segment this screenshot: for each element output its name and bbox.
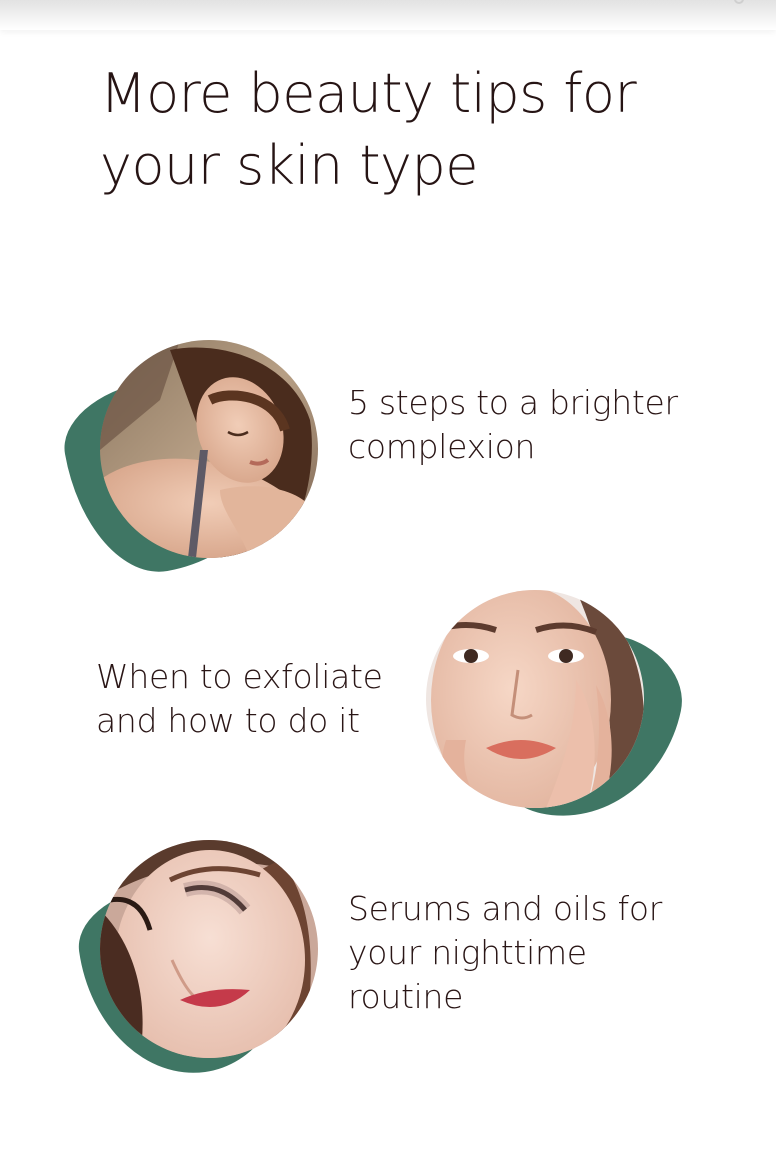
page: More beauty tips for your skin type 5 st… <box>0 0 776 1164</box>
tip-card-exfoliate[interactable]: When to exfoliate and how to do it <box>90 588 694 838</box>
tip-label: 5 steps to a brighter complexion <box>348 381 708 469</box>
tip-label-line: When to exfoliate <box>96 657 383 696</box>
tip-card-brighter-complexion[interactable]: 5 steps to a brighter complexion <box>55 338 708 585</box>
tip-label-line: 5 steps to a brighter <box>348 383 678 422</box>
top-shadow-bar <box>0 0 776 30</box>
settings-icon[interactable] <box>734 0 744 4</box>
tip-label-line: and how to do it <box>96 701 360 740</box>
title-line-2: your skin type <box>100 134 479 197</box>
page-title: More beauty tips for your skin type <box>100 58 700 202</box>
tip-label-line: Serums and oils for <box>348 889 663 928</box>
tip-label: Serums and oils for your nighttime routi… <box>348 887 688 1019</box>
woman-hand-on-face-photo <box>426 590 644 808</box>
title-line-1: More beauty tips for <box>100 62 637 125</box>
tip-label-line: complexion <box>348 427 536 466</box>
woman-resting-on-arm-photo <box>100 340 318 558</box>
tip-label: When to exfoliate and how to do it <box>96 655 426 743</box>
tip-label-line: your nighttime <box>348 933 587 972</box>
tip-card-serums-oils[interactable]: Serums and oils for your nighttime routi… <box>71 838 702 1087</box>
tip-label-line: routine <box>348 977 464 1016</box>
woman-eyes-closed-makeup-photo <box>100 840 318 1058</box>
